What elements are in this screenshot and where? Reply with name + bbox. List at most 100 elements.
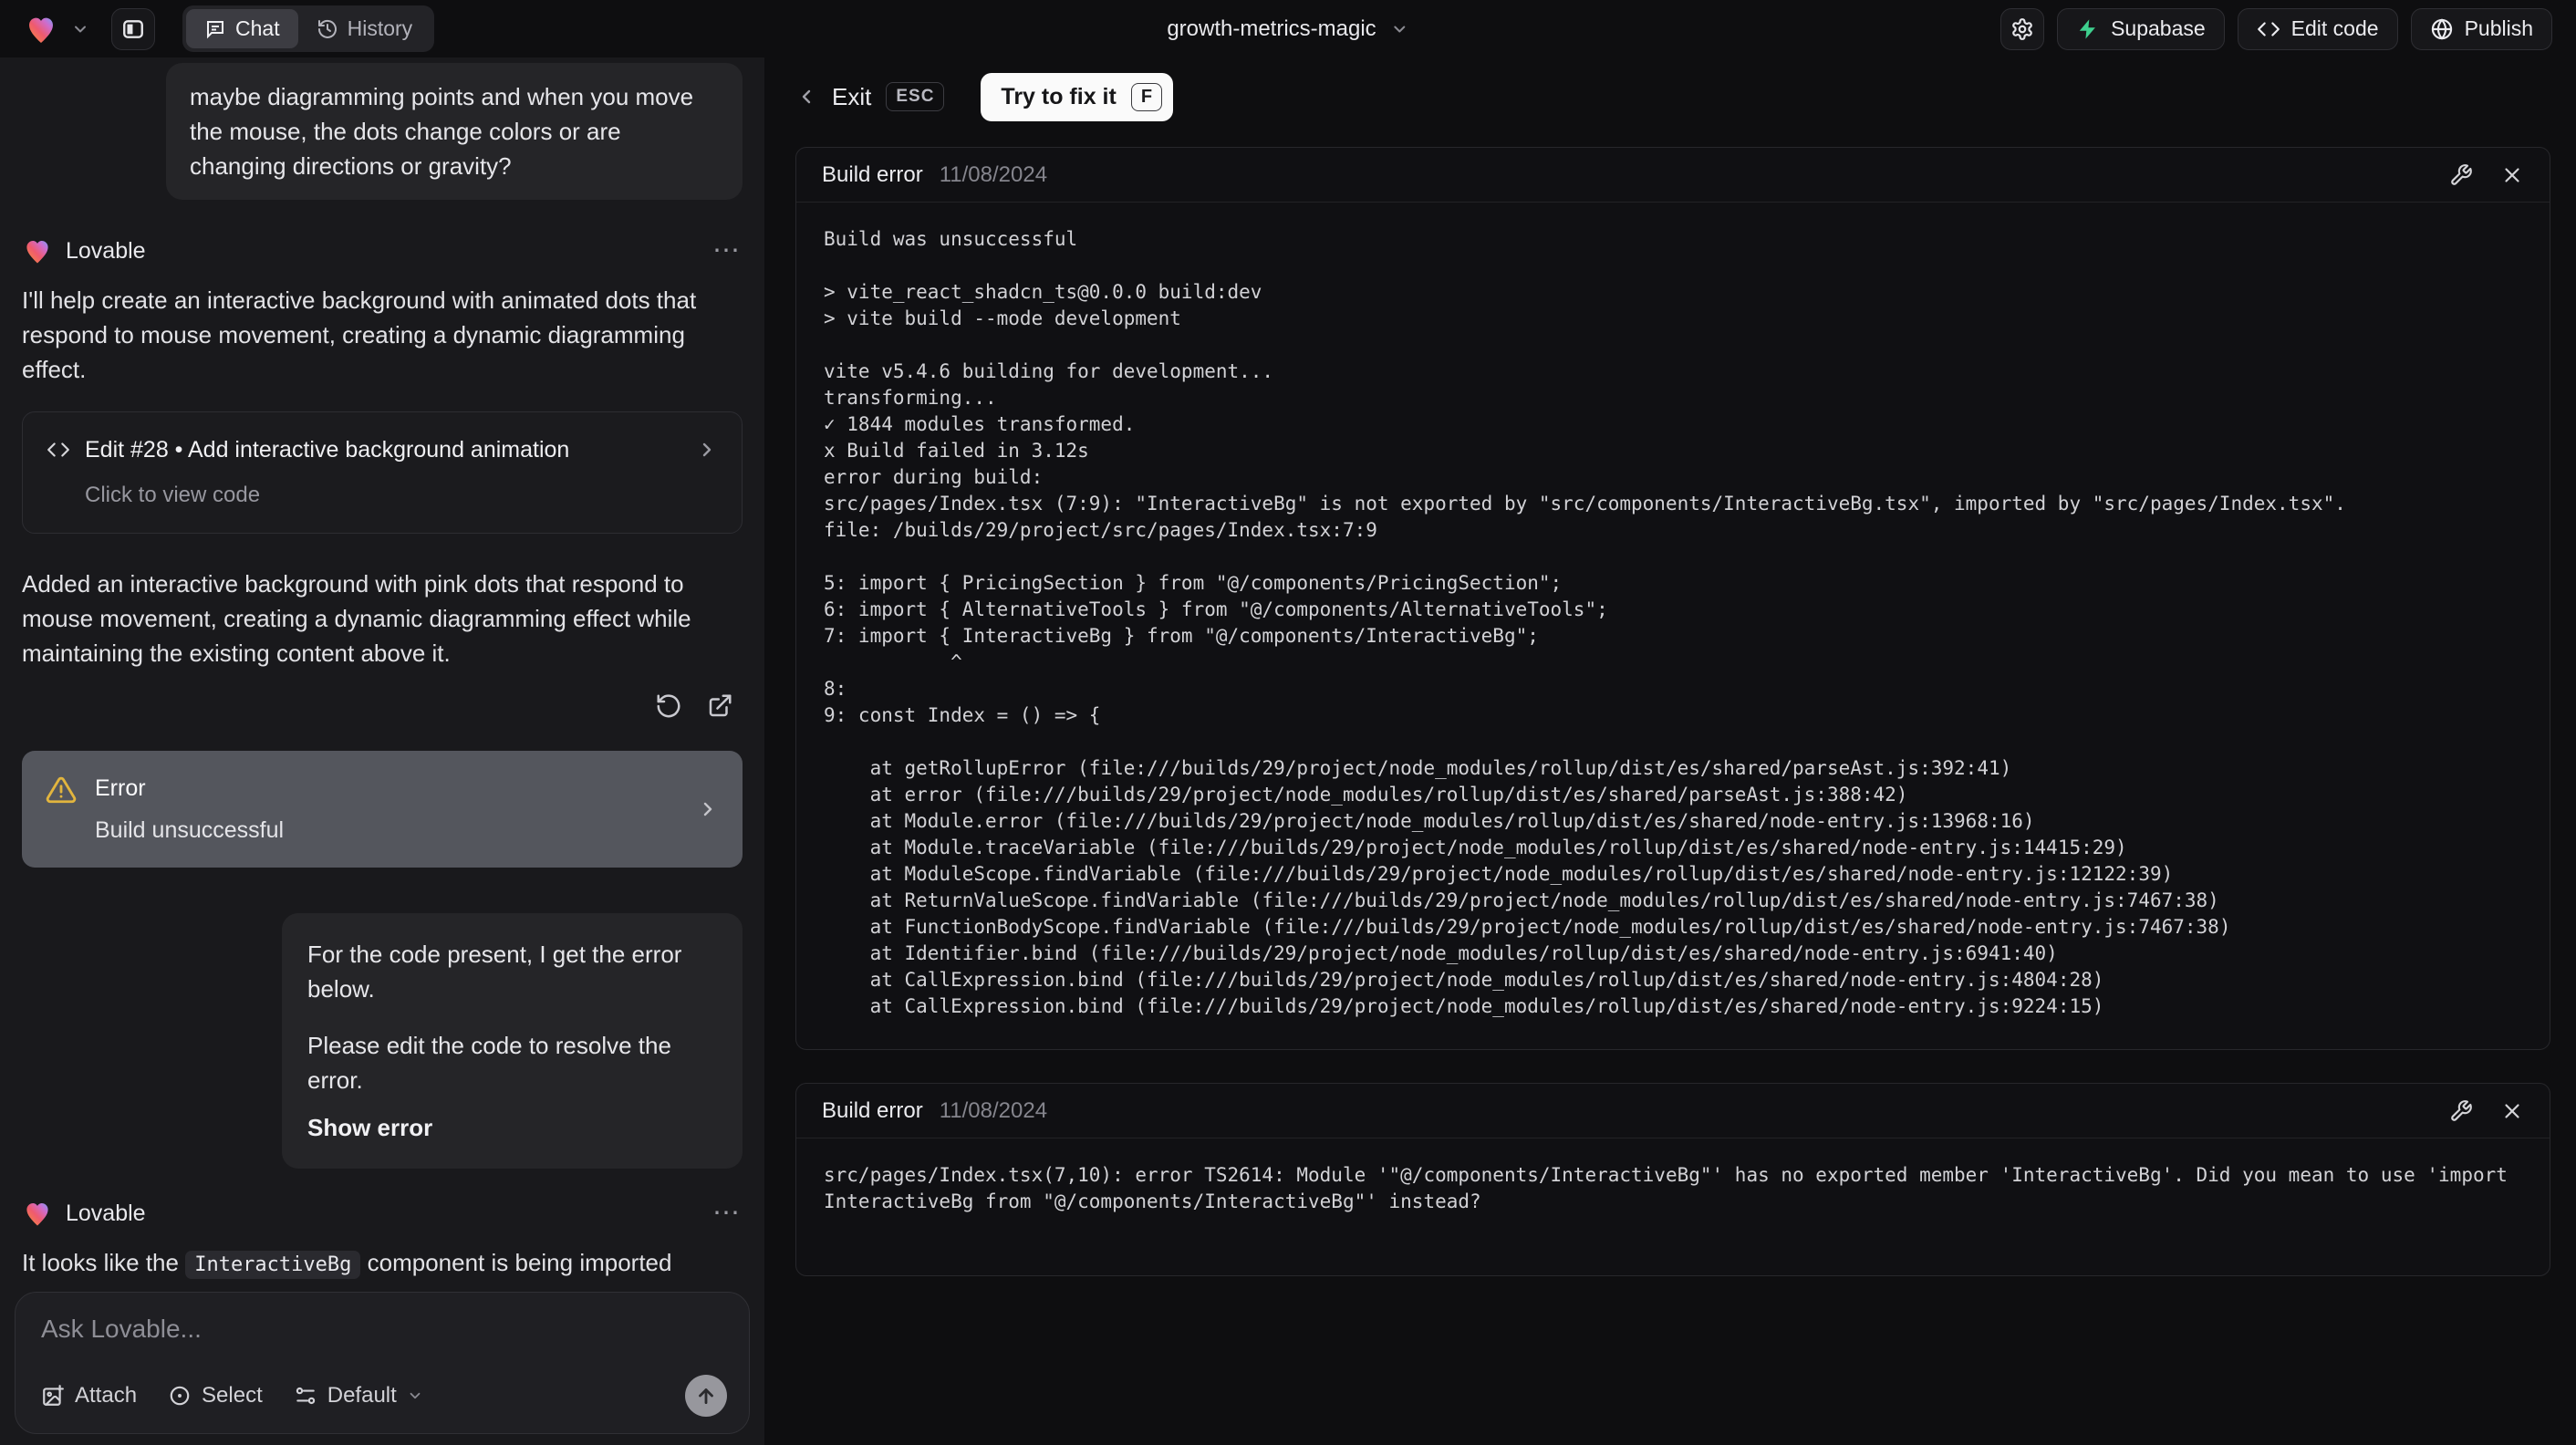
log-line: src/pages/Index.tsx(7,10): error TS2614:…: [824, 1164, 2519, 1212]
refresh-icon[interactable]: [655, 692, 682, 720]
exit-button[interactable]: Exit ESC: [795, 82, 945, 111]
panel-title: Build error: [822, 1097, 923, 1123]
panel-header-actions: [2449, 163, 2524, 187]
edit-card-title-row: Edit #28 • Add interactive background an…: [47, 432, 718, 467]
log-line: ^: [824, 651, 962, 673]
more-options-icon[interactable]: ⋯: [712, 237, 743, 265]
history-icon: [317, 19, 337, 38]
log-line: > vite build --mode development: [824, 307, 1181, 329]
tab-chat[interactable]: Chat: [186, 9, 298, 48]
log-line: at CallExpression.bind (file:///builds/2…: [824, 969, 2104, 991]
lovable-logo-icon[interactable]: [24, 12, 58, 47]
log-line: file: /builds/29/project/src/pages/Index…: [824, 519, 1377, 541]
user-message-line: Please edit the code to resolve the erro…: [307, 1032, 671, 1094]
send-button[interactable]: [685, 1375, 727, 1417]
log-line: 5: import { PricingSection } from "@/com…: [824, 572, 1563, 594]
assistant-name: Lovable: [66, 238, 146, 264]
edit-code-button-label: Edit code: [2290, 16, 2379, 40]
user-message: maybe diagramming points and when you mo…: [166, 63, 743, 200]
build-error-panel-1: Build error 11/08/2024 Build was unsucce…: [795, 147, 2550, 1050]
close-icon[interactable]: [2500, 163, 2524, 187]
attach-button[interactable]: Attach: [41, 1383, 137, 1409]
chevron-left-icon: [802, 89, 811, 104]
select-target-icon: [170, 1386, 190, 1406]
model-selector-label: Default: [327, 1383, 397, 1408]
build-error-card[interactable]: Error Build unsuccessful: [22, 751, 743, 868]
assistant-summary-text: Added an interactive background with pin…: [22, 570, 691, 667]
build-error-log[interactable]: Build was unsuccessful > vite_react_shad…: [796, 203, 2550, 1049]
log-line: Build was unsuccessful: [824, 228, 1078, 250]
try-to-fix-button[interactable]: Try to fix it F: [981, 72, 1174, 121]
composer-toolbar: Attach Select Default: [41, 1375, 727, 1417]
log-line: 9: const Index = () => {: [824, 704, 1101, 726]
close-icon[interactable]: [2500, 1099, 2524, 1123]
warning-triangle-icon: [46, 776, 77, 804]
assistant-diagnosis-text: It looks like the InteractiveBg componen…: [22, 1245, 743, 1283]
assistant-header: Lovable ⋯: [22, 1196, 743, 1231]
user-message: For the code present, I get the error be…: [282, 913, 743, 1169]
supabase-button-label: Supabase: [2111, 16, 2206, 40]
lovable-app-window: Chat History growth-metrics-magic Supaba…: [0, 0, 2576, 1445]
log-line: at FunctionBodyScope.findVariable (file:…: [824, 916, 2231, 938]
gear-icon: [2012, 17, 2032, 40]
chat-bubble-icon: [207, 20, 223, 38]
f-key-badge: F: [1130, 82, 1163, 111]
build-error-panel-2: Build error 11/08/2024 src/pages/Index.t…: [795, 1083, 2550, 1276]
model-selector[interactable]: Default: [294, 1383, 423, 1409]
wrench-icon[interactable]: [2449, 163, 2473, 187]
log-line: 8:: [824, 678, 858, 700]
log-line: at ModuleScope.findVariable (file:///bui…: [824, 863, 2174, 885]
chevron-down-icon: [1394, 26, 1406, 32]
select-button-label: Select: [202, 1383, 263, 1408]
select-button[interactable]: Select: [168, 1383, 263, 1409]
panel-header-actions: [2449, 1099, 2524, 1123]
more-options-icon[interactable]: ⋯: [712, 1200, 743, 1227]
tab-history[interactable]: History: [298, 9, 431, 48]
settings-button[interactable]: [2000, 7, 2045, 50]
preview-header: Exit ESC Try to fix it F: [795, 68, 2550, 125]
log-line: at ReturnValueScope.findVariable (file:/…: [824, 889, 2219, 911]
log-line: at error (file:///builds/29/project/node…: [824, 784, 1908, 806]
project-menu-chevron-down-icon[interactable]: [71, 20, 89, 38]
supabase-button[interactable]: Supabase: [2057, 7, 2225, 50]
topbar-left: Chat History: [24, 5, 435, 52]
publish-button[interactable]: Publish: [2410, 7, 2552, 50]
panel-date: 11/08/2024: [939, 1097, 1048, 1123]
assistant-header: Lovable ⋯: [22, 234, 743, 268]
log-line: transforming...: [824, 387, 997, 409]
log-line: at Module.error (file:///builds/29/proje…: [824, 810, 2035, 832]
lovable-heart-icon: [26, 240, 48, 264]
open-external-icon[interactable]: [706, 692, 733, 720]
attach-button-label: Attach: [75, 1383, 138, 1408]
show-error-link[interactable]: Show error: [307, 1110, 717, 1145]
edit-code-button[interactable]: Edit code: [2237, 7, 2398, 50]
chat-input[interactable]: [41, 1315, 727, 1344]
publish-button-label: Publish: [2464, 16, 2533, 40]
sidebar-toggle-button[interactable]: [111, 7, 155, 50]
preview-pane: Exit ESC Try to fix it F Build error 11/…: [764, 57, 2576, 1445]
edit-card-title: Edit #28 • Add interactive background an…: [85, 437, 570, 463]
wrench-icon[interactable]: [2449, 1099, 2473, 1123]
main-content: maybe diagramming points and when you mo…: [0, 57, 2576, 1445]
code-brackets-icon: [2257, 21, 2280, 36]
build-error-log[interactable]: src/pages/Index.tsx(7,10): error TS2614:…: [796, 1138, 2550, 1275]
exit-label: Exit: [832, 82, 872, 110]
panel-date: 11/08/2024: [939, 161, 1048, 187]
error-card-subtitle: Build unsuccessful: [95, 817, 285, 843]
project-switcher[interactable]: growth-metrics-magic: [1167, 16, 1408, 42]
panel-title: Build error: [822, 161, 923, 187]
chat-composer: Attach Select Default: [15, 1292, 750, 1434]
tab-history-label: History: [347, 16, 413, 40]
chat-message-list[interactable]: maybe diagramming points and when you mo…: [0, 57, 764, 1283]
log-line: > vite_react_shadcn_ts@0.0.0 build:dev: [824, 281, 1262, 303]
edit-card-subtitle: Click to view code: [85, 483, 261, 507]
code-brackets-icon: [47, 442, 69, 457]
chat-panel: maybe diagramming points and when you mo…: [0, 57, 764, 1445]
edit-card-28[interactable]: Edit #28 • Add interactive background an…: [22, 411, 743, 534]
chevron-down-icon: [410, 1392, 421, 1399]
try-to-fix-label: Try to fix it: [1001, 83, 1117, 109]
